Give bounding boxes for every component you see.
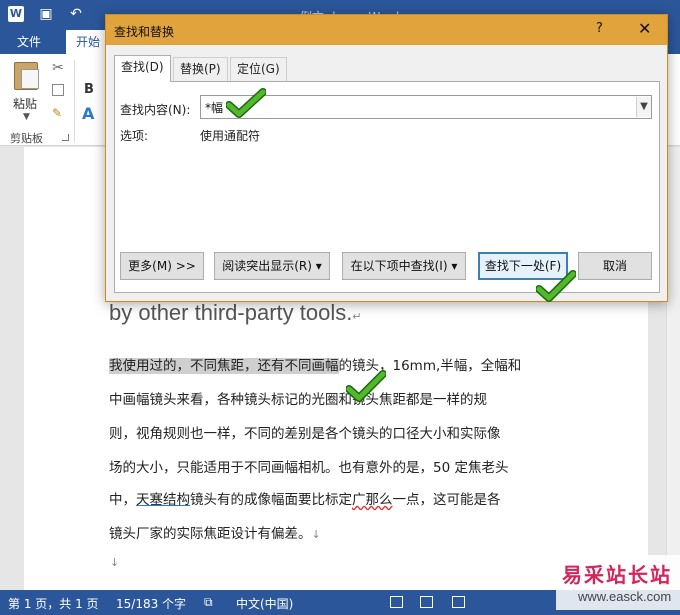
dialog-title-bar[interactable]: 查找和替换 ? ✕ <box>106 15 667 45</box>
document-line: 场的大小，只能适用于不同画幅相机。也有意外的是，50 定焦老头 <box>109 460 509 476</box>
tab-home[interactable]: 开始 <box>66 30 110 54</box>
reading-highlight-button[interactable]: 阅读突出显示(R) ▾ <box>214 252 330 280</box>
site-watermark: 易采站长站 www.easck.com <box>556 555 680 610</box>
proofing-icon[interactable]: ⧉ <box>204 595 213 610</box>
chevron-down-icon[interactable]: ▼ <box>636 97 651 117</box>
find-replace-dialog: 查找和替换 ? ✕ 查找(D) 替换(P) 定位(G) 查找内容(N): ▼ 选… <box>105 14 668 302</box>
print-layout-icon[interactable] <box>420 596 433 608</box>
word-icon: W <box>8 6 24 22</box>
quick-access-toolbar: W ▣ ↶ <box>8 6 84 22</box>
page-count[interactable]: 第 1 页，共 1 页 <box>8 595 99 612</box>
web-layout-icon[interactable] <box>452 596 465 608</box>
document-line: 我使用过的，不同焦距，还有不同画幅的镜头，16mm,半幅，全幅和 <box>109 358 522 374</box>
paste-icon[interactable] <box>14 62 39 90</box>
cut-icon[interactable]: ✂ <box>52 60 64 76</box>
check-mark-icon <box>346 370 386 402</box>
format-painter-icon[interactable]: ✎ <box>52 106 62 120</box>
paragraph-mark: ↓ <box>110 556 120 569</box>
dialog-title: 查找和替换 <box>114 25 175 39</box>
bold-button[interactable]: B <box>84 82 94 97</box>
tab-replace[interactable]: 替换(P) <box>173 57 228 81</box>
options-label: 选项: <box>120 129 149 143</box>
read-mode-icon[interactable] <box>390 596 403 608</box>
more-button[interactable]: 更多(M) >> <box>120 252 204 280</box>
document-line: 中画幅镜头来看，各种镜头标记的光圈和镜头焦距都是一样的规 <box>109 392 487 408</box>
undo-icon[interactable]: ↶ <box>68 6 84 22</box>
find-what-label: 查找内容(N): <box>120 103 191 117</box>
paste-button-label[interactable]: 粘贴 <box>13 95 37 112</box>
copy-icon[interactable] <box>52 84 64 96</box>
tab-file[interactable]: 文件 <box>0 30 58 54</box>
document-english-line: by other third-party tools.↵ <box>109 300 362 325</box>
word-count[interactable]: 15/183 个字 <box>116 595 186 612</box>
options-value: 使用通配符 <box>200 129 261 143</box>
watermark-text: 易采站长站 <box>562 563 672 587</box>
document-line: 则，视角规则也一样，不同的差别是各个镜头的口径大小和实际像 <box>109 426 501 442</box>
help-button[interactable]: ? <box>596 21 603 36</box>
check-mark-icon <box>226 88 266 118</box>
dialog-launcher-icon[interactable] <box>62 134 69 141</box>
check-mark-icon <box>536 270 576 302</box>
language-indicator[interactable]: 中文(中国) <box>236 595 293 612</box>
find-what-input[interactable] <box>200 95 652 119</box>
close-button[interactable]: ✕ <box>638 19 651 38</box>
chevron-down-icon[interactable]: ▼ <box>23 112 30 122</box>
tab-find[interactable]: 查找(D) <box>114 55 171 82</box>
document-line: 镜头厂家的实际焦距设计有偏差。↓ <box>109 526 321 542</box>
text-effects-button[interactable]: A <box>82 104 94 123</box>
clipboard-group-label: 剪贴板 <box>10 132 43 145</box>
vertical-scrollbar[interactable] <box>666 147 680 590</box>
save-icon[interactable]: ▣ <box>38 6 54 22</box>
group-separator <box>74 60 75 142</box>
tab-goto[interactable]: 定位(G) <box>230 57 287 81</box>
find-in-button[interactable]: 在以下项中查找(I) ▾ <box>342 252 466 280</box>
cancel-button[interactable]: 取消 <box>578 252 652 280</box>
document-line: 中，天塞结构镜头有的成像幅面要比标定广那么一点，这可能是各 <box>109 492 501 508</box>
watermark-url: www.easck.com <box>578 589 672 604</box>
